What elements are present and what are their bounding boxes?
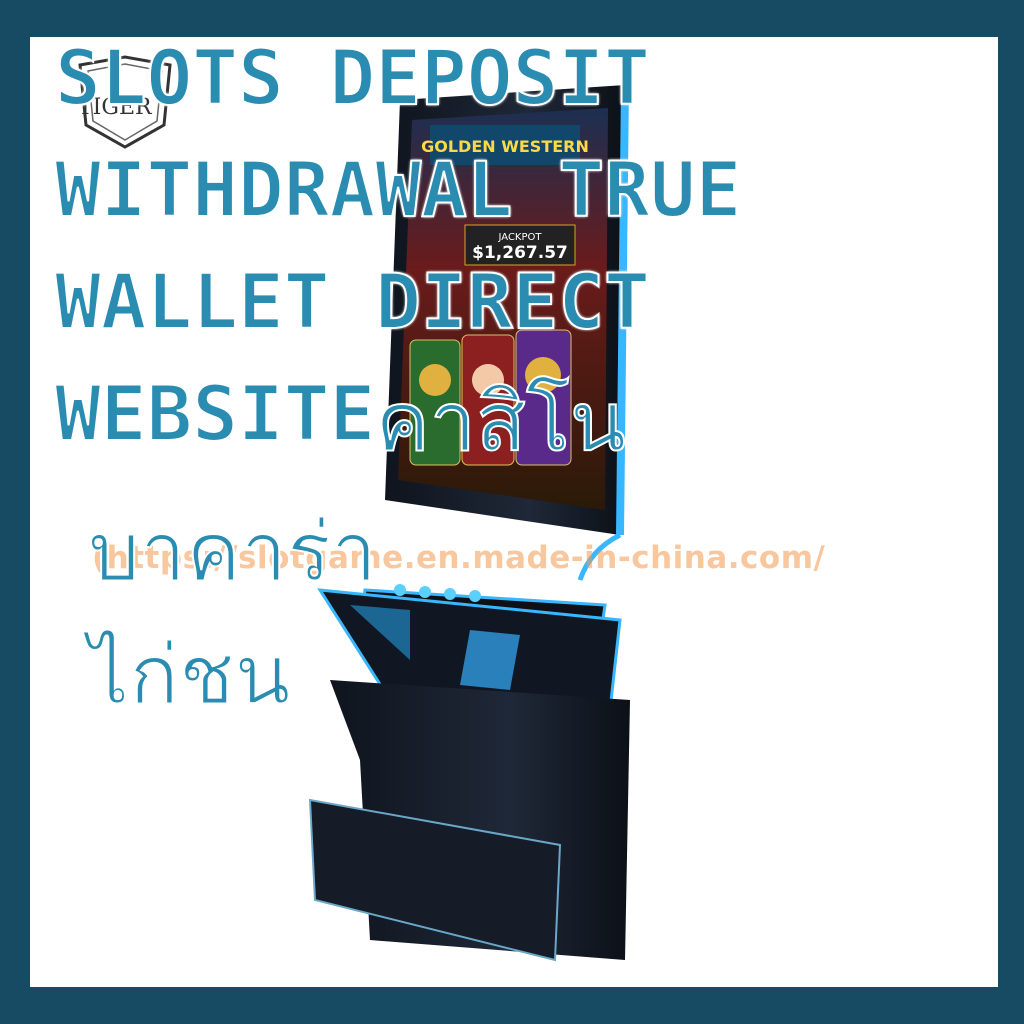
headline-line-3: WALLET DIRECT: [54, 256, 651, 347]
headline-thai-baccarat: บาคาร่า: [87, 504, 378, 601]
outer-frame: TIGER GOLDEN WESTERN JACKPOT $1,267.57 (…: [0, 0, 1024, 1024]
headline-thai-casino: คาสิโน: [374, 374, 627, 471]
headline-line-2: WITHDRAWAL TRUE: [54, 144, 742, 235]
headline-thai-cockfight: ไก่ชน: [87, 627, 292, 724]
headline-line-1: SLOTS DEPOSIT: [54, 32, 651, 123]
